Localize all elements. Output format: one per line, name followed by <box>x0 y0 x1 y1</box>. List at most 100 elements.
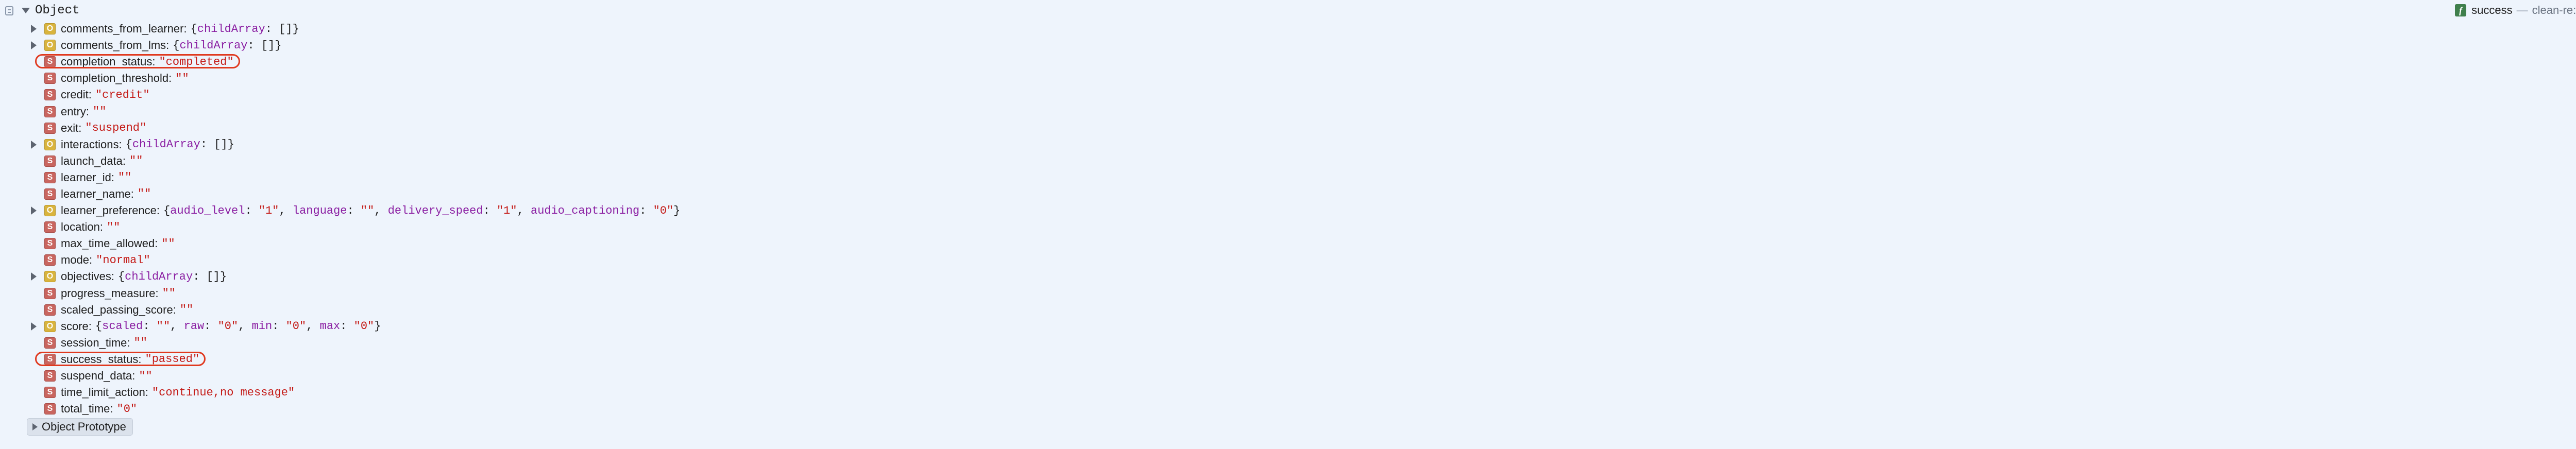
preview-property-name: scaled <box>102 320 143 333</box>
key-separator: : <box>122 154 126 167</box>
property-row-interactions[interactable]: Ointeractions: {childArray: []} <box>0 136 2576 153</box>
object-prototype-button[interactable]: Object Prototype <box>27 418 133 436</box>
expand-arrow-icon[interactable] <box>31 140 37 149</box>
key-separator: : <box>152 55 156 68</box>
preview-punctuation: { <box>117 270 125 283</box>
key-separator: : <box>111 170 114 184</box>
status-label: success <box>2471 4 2513 16</box>
property-row-learner-preference[interactable]: Olearner_preference: {audio_level: "1", l… <box>0 202 2576 219</box>
property-value: "" <box>129 154 143 167</box>
disclosure-down-icon[interactable] <box>22 7 30 13</box>
preview-punctuation: , <box>170 320 184 333</box>
string-value: "" <box>117 171 132 184</box>
string-type-icon: S <box>44 287 56 299</box>
key-separator: : <box>138 352 142 366</box>
string-value: "0" <box>353 320 375 333</box>
property-value: "0" <box>117 403 138 416</box>
preview-punctuation: , <box>306 320 320 333</box>
expand-arrow-icon[interactable] <box>31 272 37 281</box>
preview-property-name: childArray <box>197 22 265 36</box>
object-type-icon: O <box>44 40 56 51</box>
preview-punctuation: : []} <box>200 138 234 151</box>
property-row-comments-from-learner[interactable]: Ocomments_from_learner: {childArray: []} <box>0 21 2576 37</box>
disclosure-right-icon[interactable] <box>32 423 38 430</box>
property-value: {childArray: []} <box>173 39 281 52</box>
expand-arrow-icon[interactable] <box>31 25 37 33</box>
property-value: "" <box>138 187 151 200</box>
preview-punctuation: , <box>374 204 388 217</box>
string-type-icon: S <box>44 387 56 399</box>
key-separator: : <box>132 369 135 383</box>
status-source-link[interactable]: clean-re:295:1063 <box>2532 4 2576 17</box>
string-type-icon: S <box>44 106 56 117</box>
preview-property-name: min <box>251 320 273 333</box>
property-value: "normal" <box>96 254 150 267</box>
property-row-objectives[interactable]: Oobjectives: {childArray: []} <box>0 268 2576 285</box>
string-value: "" <box>162 287 176 300</box>
string-value: "" <box>156 320 171 333</box>
property-value: "" <box>93 105 106 118</box>
string-type-icon: S <box>44 122 56 134</box>
property-key: max_time_allowed <box>61 237 155 250</box>
property-key: exit <box>61 121 79 134</box>
preview-punctuation: : <box>143 320 157 333</box>
preview-punctuation: : []} <box>247 39 282 52</box>
key-separator: : <box>173 303 176 316</box>
property-key: completion_status <box>61 55 152 68</box>
string-value: "" <box>139 369 152 383</box>
string-type-icon: S <box>44 254 56 266</box>
string-type-icon: S <box>44 56 56 68</box>
preview-property-name: delivery_speed <box>387 204 483 217</box>
property-row-max-time-allowed: Smax_time_allowed: "" <box>0 235 2576 252</box>
string-type-icon: S <box>44 403 56 415</box>
property-row-score[interactable]: Oscore: {scaled: "", raw: "0", min: "0", … <box>0 318 2576 335</box>
preview-punctuation: , <box>279 204 293 217</box>
preview-punctuation: : <box>204 320 218 333</box>
property-row-exit: Sexit: "suspend" <box>0 120 2576 136</box>
object-type-icon: O <box>44 320 56 332</box>
property-row-entry: Sentry: "" <box>0 103 2576 119</box>
property-key: learner_id <box>61 170 111 184</box>
preview-punctuation: : <box>272 320 286 333</box>
property-value: "" <box>161 237 175 250</box>
object-prototype-label: Object Prototype <box>42 420 126 433</box>
property-row-time-limit-action: Stime_limit_action: "continue,no message" <box>0 384 2576 401</box>
property-row-learner-id: Slearner_id: "" <box>0 169 2576 186</box>
property-key: objectives <box>61 270 111 283</box>
string-value: "0" <box>116 402 138 416</box>
object-type-icon: O <box>44 205 56 217</box>
string-value: "" <box>106 220 121 234</box>
expand-arrow-icon[interactable] <box>31 206 37 215</box>
expand-arrow-icon[interactable] <box>31 322 37 331</box>
property-value: {childArray: []} <box>118 270 227 283</box>
string-type-icon: S <box>44 370 56 382</box>
property-value: "passed" <box>145 353 200 366</box>
expand-arrow-icon[interactable] <box>31 41 37 50</box>
string-type-icon: S <box>44 353 56 365</box>
root-object-toggle[interactable]: Object <box>22 3 79 18</box>
property-row-scaled-passing-score: Sscaled_passing_score: "" <box>0 302 2576 318</box>
string-value: "suspend" <box>85 122 147 135</box>
test-status: f success — clean-re:295:1063 <box>2455 3 2576 18</box>
key-separator: : <box>155 237 158 250</box>
property-value: "" <box>134 336 147 349</box>
preview-property-name: raw <box>183 320 205 333</box>
property-row-success-status: Ssuccess_status: "passed" <box>0 351 2576 368</box>
string-value: "" <box>175 72 189 85</box>
property-key: progress_measure <box>61 286 156 300</box>
property-row-comments-from-lms[interactable]: Ocomments_from_lms: {childArray: []} <box>0 37 2576 54</box>
property-key: location <box>61 220 100 234</box>
string-value: "credit" <box>95 88 150 101</box>
key-separator: : <box>156 204 160 217</box>
function-icon: f <box>2455 4 2467 16</box>
string-value: "normal" <box>96 253 150 267</box>
property-key: credit <box>61 88 89 101</box>
key-separator: : <box>78 121 82 134</box>
string-value: "passed" <box>145 353 200 366</box>
key-separator: : <box>183 22 187 36</box>
property-value: "" <box>107 221 120 234</box>
property-key: entry <box>61 105 86 118</box>
preview-punctuation: : <box>340 320 354 333</box>
preview-punctuation: , <box>238 320 252 333</box>
string-value: "" <box>161 237 175 250</box>
